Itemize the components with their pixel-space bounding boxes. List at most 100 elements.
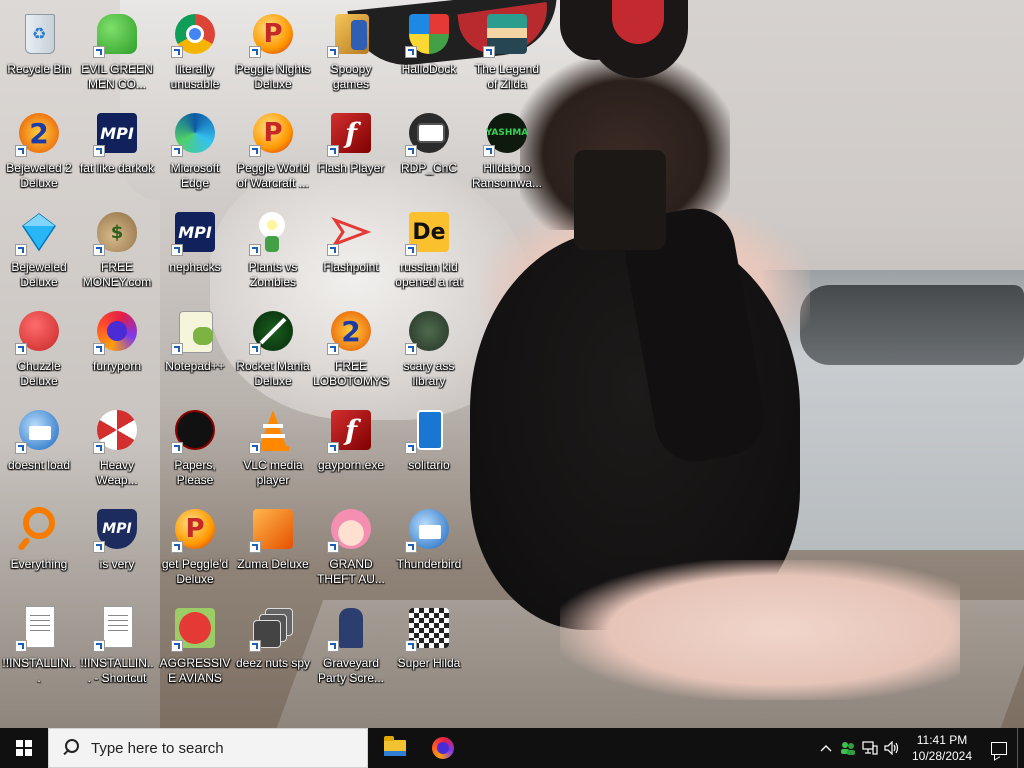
desktop-icon[interactable]: Zuma Deluxe — [234, 499, 312, 597]
desktop-icon[interactable]: $ FREE MONEY.com — [78, 202, 156, 300]
flashpoint-icon — [327, 208, 375, 256]
show-desktop-button[interactable] — [1017, 728, 1024, 768]
mpi-shield-icon: MPI — [93, 505, 141, 553]
desktop-icon-label: russian kid opened a rat — [395, 260, 463, 289]
desktop-icon[interactable]: Plants vs Zombies — [234, 202, 312, 300]
search-icon — [61, 738, 81, 758]
start-button[interactable] — [0, 728, 48, 768]
taskbar-clock[interactable]: 11:41 PM 10/28/2024 — [909, 732, 975, 764]
solitaire-icon — [405, 406, 453, 454]
desktop-icon[interactable]: P Peggle World of Warcraft ... — [234, 103, 312, 201]
desktop-icon[interactable]: MPI fat like darkok — [78, 103, 156, 201]
desktop-icon-label: FREE LOBOTOMYS — [313, 359, 389, 388]
desktop-icon-label: scary ass library — [403, 359, 455, 388]
desktop-icon[interactable]: MPI nephacks — [156, 202, 234, 300]
desktop-icon-label: furryporn — [92, 359, 142, 373]
shortcut-arrow-icon — [93, 145, 105, 157]
desktop-icon-label: !!INSTALLIN... - Shortcut — [80, 656, 154, 685]
desktop-icon-label: Peggle Nights Deluxe — [235, 62, 311, 91]
desktop-icon[interactable]: VLC media player — [234, 400, 312, 498]
desktop-icon-label: Rocket Mania Deluxe — [236, 359, 310, 388]
desktop-icon[interactable]: Notepad++ — [156, 301, 234, 399]
desktop-icon[interactable]: Spoopy games — [312, 4, 390, 102]
desktop-icon[interactable]: MPI is very — [78, 499, 156, 597]
desktop-icon[interactable]: The Legend of Zilda — [468, 4, 546, 102]
desktop-icon[interactable]: Papers, Please — [156, 400, 234, 498]
desktop-icon[interactable]: Rocket Mania Deluxe — [234, 301, 312, 399]
desktop-icon-label: Graveyard Party Scre... — [317, 656, 385, 685]
network-icon[interactable] — [859, 728, 881, 768]
desktop-icon-label: Chuzzle Deluxe — [17, 359, 61, 388]
shortcut-arrow-icon — [327, 442, 339, 454]
desktop-icon-label: Zuma Deluxe — [237, 557, 309, 571]
de-icon: De — [405, 208, 453, 256]
desktop-icon[interactable]: Bejeweled Deluxe — [0, 202, 78, 300]
shortcut-arrow-icon — [249, 343, 261, 355]
peggle-icon: P — [171, 505, 219, 553]
vlc-icon — [249, 406, 297, 454]
desktop-icon[interactable]: Recycle Bin — [0, 4, 78, 102]
desktop-icon-label: The Legend of Zilda — [474, 62, 540, 91]
desktop-icon[interactable]: 2 FREE LOBOTOMYS — [312, 301, 390, 399]
desktop-icon[interactable]: Pget Peggle'd Deluxe — [156, 499, 234, 597]
desktop-icon[interactable]: RDP_CnC — [390, 103, 468, 201]
desktop-icon[interactable]: EVIL GREEN MEN CO... — [78, 4, 156, 102]
desktop-icon[interactable]: deez nuts spy — [234, 598, 312, 696]
taskbar-search-box[interactable] — [48, 728, 368, 768]
desktop-icon[interactable]: De russian kid opened a rat — [390, 202, 468, 300]
desktop-icon[interactable]: 2 Bejeweled 2 Deluxe — [0, 103, 78, 201]
text-file-icon — [15, 604, 63, 652]
desktop-icon-label: Plants vs Zombies — [248, 260, 298, 289]
shortcut-arrow-icon — [15, 244, 27, 256]
desktop-icon[interactable]: P Peggle Nights Deluxe — [234, 4, 312, 102]
desktop-icon[interactable]: Everything — [0, 499, 78, 597]
shortcut-arrow-icon — [327, 46, 339, 58]
desktop-icon[interactable]: Heavy Weap... — [78, 400, 156, 498]
show-hidden-icons-chevron-icon[interactable] — [815, 728, 837, 768]
windows-shield-icon — [405, 10, 453, 58]
desktop-icon[interactable]: Chuzzle Deluxe — [0, 301, 78, 399]
desktop-icon[interactable]: !!INSTALLIN... - Shortcut — [78, 598, 156, 696]
desktop-icon[interactable]: Super Hilda — [390, 598, 468, 696]
desktop-icon[interactable]: f gayporn.exe — [312, 400, 390, 498]
desktop-icon[interactable]: f Flash Player — [312, 103, 390, 201]
desktop-icon[interactable]: GRAND THEFT AU... — [312, 499, 390, 597]
firefox-icon — [432, 737, 454, 759]
stacked-windows-icon — [249, 604, 297, 652]
desktop-icon-label: Recycle Bin — [7, 62, 71, 76]
desktop-icon[interactable]: Microsoft Edge — [156, 103, 234, 201]
shortcut-arrow-icon — [171, 541, 183, 553]
desktop-icon-label: is very — [99, 557, 135, 571]
desktop-icon[interactable]: !!INSTALLIN... — [0, 598, 78, 696]
shortcut-arrow-icon — [405, 343, 417, 355]
desktop-icon-label: Notepad++ — [165, 359, 225, 373]
volume-icon[interactable] — [881, 728, 903, 768]
taskbar: 11:41 PM 10/28/2024 — [0, 728, 1024, 768]
desktop-icon[interactable]: YASHMA Hildaboo Ransomwa... — [468, 103, 546, 201]
shortcut-arrow-icon — [15, 343, 27, 355]
search-input[interactable] — [89, 738, 353, 758]
desktop-icon[interactable]: Thunderbird — [390, 499, 468, 597]
desktop-icon[interactable]: doesnt load — [0, 400, 78, 498]
desktop-icon[interactable]: furryporn — [78, 301, 156, 399]
desktop-icon-label: doesnt load — [7, 458, 71, 472]
shortcut-arrow-icon — [249, 244, 261, 256]
shortcut-arrow-icon — [249, 640, 261, 652]
desktop-icon[interactable]: literally unusable — [156, 4, 234, 102]
desktop-icon-label: Thunderbird — [396, 557, 462, 571]
action-center-button[interactable] — [981, 728, 1017, 768]
taskbar-firefox[interactable] — [419, 728, 467, 768]
desktop-icon[interactable]: solitario — [390, 400, 468, 498]
shortcut-arrow-icon — [327, 145, 339, 157]
shortcut-arrow-icon — [93, 46, 105, 58]
people-icon[interactable] — [837, 728, 859, 768]
desktop-icon[interactable]: scary ass library — [390, 301, 468, 399]
desktop-icon[interactable]: HalloDock — [390, 4, 468, 102]
desktop-icon-label: literally unusable — [170, 62, 220, 91]
taskbar-file-explorer[interactable] — [371, 728, 419, 768]
desktop-icon[interactable]: Graveyard Party Scre... — [312, 598, 390, 696]
pixel-map-icon — [405, 604, 453, 652]
shortcut-arrow-icon — [483, 145, 495, 157]
desktop-icon[interactable]: AGGRESSIVE AVIANS — [156, 598, 234, 696]
desktop-icon[interactable]: Flashpoint — [312, 202, 390, 300]
